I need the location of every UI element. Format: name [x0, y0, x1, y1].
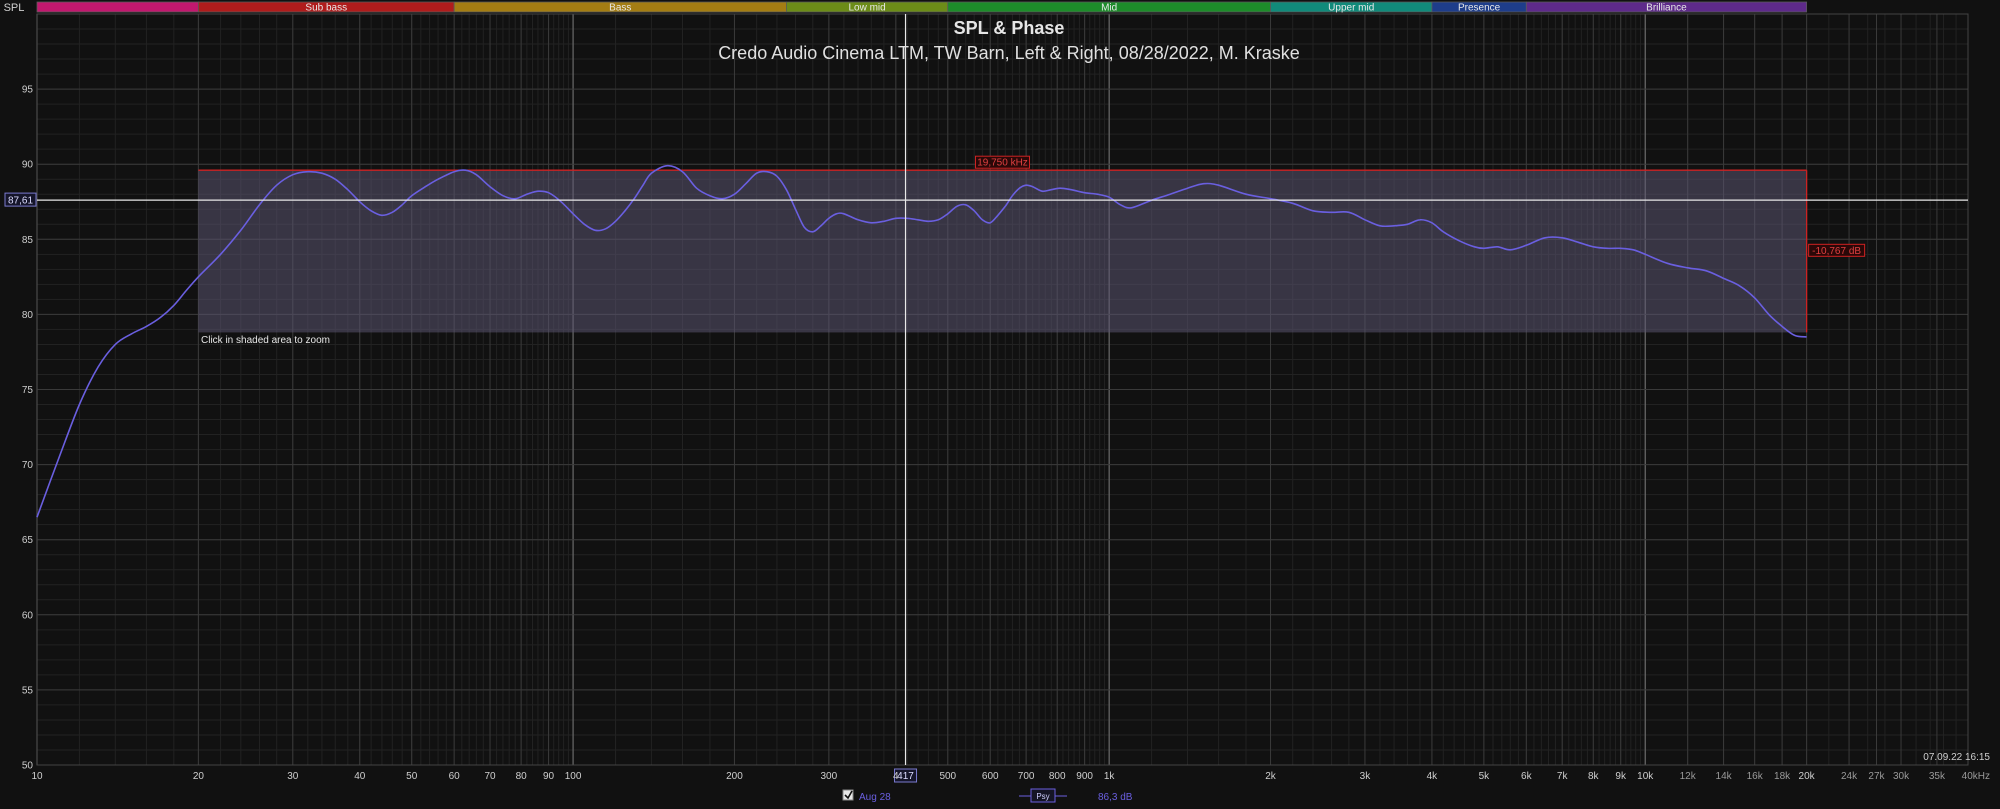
y-tick-label: 80 — [22, 310, 34, 321]
x-tick-label: 35k — [1929, 771, 1946, 782]
band-label: Brilliance — [1646, 3, 1687, 14]
x-tick-label: 30k — [1893, 771, 1910, 782]
cursor-level-readout: 87,61 — [8, 196, 33, 207]
x-tick-label: 300 — [821, 771, 838, 782]
band-label: Sub bass — [305, 3, 347, 14]
x-tick-label: 8k — [1588, 771, 1600, 782]
x-tick-label: 18k — [1774, 771, 1791, 782]
zoom-selection[interactable]: 19,750 kHz -10,767 dB — [198, 155, 1866, 333]
x-tick-label: 100 — [565, 771, 582, 782]
x-tick-label: 30 — [287, 771, 299, 782]
y-tick-label: 50 — [22, 761, 34, 772]
x-tick-label: 9k — [1615, 771, 1627, 782]
x-tick-label: 1k — [1104, 771, 1116, 782]
x-tick-label: 60 — [449, 771, 461, 782]
band-label: Upper mid — [1328, 3, 1374, 14]
band-label: Bass — [609, 3, 631, 14]
zoom-shaded-area[interactable] — [198, 170, 1807, 333]
x-tick-label: 20k — [1799, 771, 1816, 782]
timestamp: 07.09.22 16:15 — [1923, 752, 1990, 763]
width-readout: 19,750 kHz — [977, 158, 1028, 169]
x-tick-label: 24k — [1841, 771, 1858, 782]
chart-title: SPL & Phase — [954, 18, 1065, 38]
band-label: Mid — [1101, 3, 1117, 14]
spl-chart[interactable]: Sub bass Bass Low mid Mid Upper mid Presence B… — [0, 0, 2000, 809]
x-tick-label: 2k — [1265, 771, 1277, 782]
x-tick-label: 14k — [1716, 771, 1733, 782]
x-tick-label: 4k — [1427, 771, 1439, 782]
legend-value: 86,3 dB — [1098, 792, 1133, 803]
x-tick-label: 10k — [1637, 771, 1654, 782]
height-readout: -10,767 dB — [1812, 246, 1861, 257]
band-segment[interactable] — [36, 1, 199, 13]
x-tick-label: 12k — [1680, 771, 1697, 782]
cursor-freq-readout: 417 — [897, 771, 914, 782]
x-tick-label: 50 — [406, 771, 418, 782]
zoom-hint: Click in shaded area to zoom — [201, 335, 330, 346]
x-tick-label: 40kHz — [1962, 771, 1990, 782]
legend-trace-tag: Psy — [1036, 792, 1049, 801]
x-tick-label: 70 — [484, 771, 496, 782]
axis-name-label: SPL — [4, 2, 25, 14]
y-tick-label: 55 — [22, 685, 34, 696]
x-tick-label: 600 — [982, 771, 999, 782]
x-tick-label: 20 — [193, 771, 205, 782]
band-label: Presence — [1458, 3, 1501, 14]
x-tick-label: 27k — [1868, 771, 1885, 782]
y-tick-label: 90 — [22, 160, 34, 171]
x-tick-label: 3k — [1360, 771, 1372, 782]
x-tick-label: 900 — [1076, 771, 1093, 782]
x-tick-label: 7k — [1557, 771, 1569, 782]
x-tick-label: 5k — [1479, 771, 1491, 782]
x-tick-label: 16k — [1747, 771, 1764, 782]
x-tick-label: 4 — [893, 771, 899, 782]
y-tick-label: 75 — [22, 385, 34, 396]
frequency-band-bar[interactable]: Sub bass Bass Low mid Mid Upper mid Presence B… — [36, 1, 1808, 14]
band-label: Low mid — [848, 3, 885, 14]
x-tick-label: 200 — [726, 771, 743, 782]
y-tick-label: 60 — [22, 610, 34, 621]
x-tick-label: 500 — [939, 771, 956, 782]
legend-trace-name[interactable]: Aug 28 — [859, 792, 891, 803]
x-tick-label: 10 — [31, 771, 43, 782]
x-tick-label: 80 — [516, 771, 528, 782]
y-tick-label: 70 — [22, 460, 34, 471]
chart-subtitle: Credo Audio Cinema LTM, TW Barn, Left & … — [718, 43, 1300, 63]
y-tick-label: 95 — [22, 85, 34, 96]
y-tick-label: 85 — [22, 235, 34, 246]
x-tick-label: 700 — [1018, 771, 1035, 782]
x-tick-label: 6k — [1521, 771, 1533, 782]
x-tick-label: 800 — [1049, 771, 1066, 782]
y-tick-label: 65 — [22, 535, 34, 546]
x-tick-label: 90 — [543, 771, 555, 782]
x-tick-label: 40 — [354, 771, 366, 782]
